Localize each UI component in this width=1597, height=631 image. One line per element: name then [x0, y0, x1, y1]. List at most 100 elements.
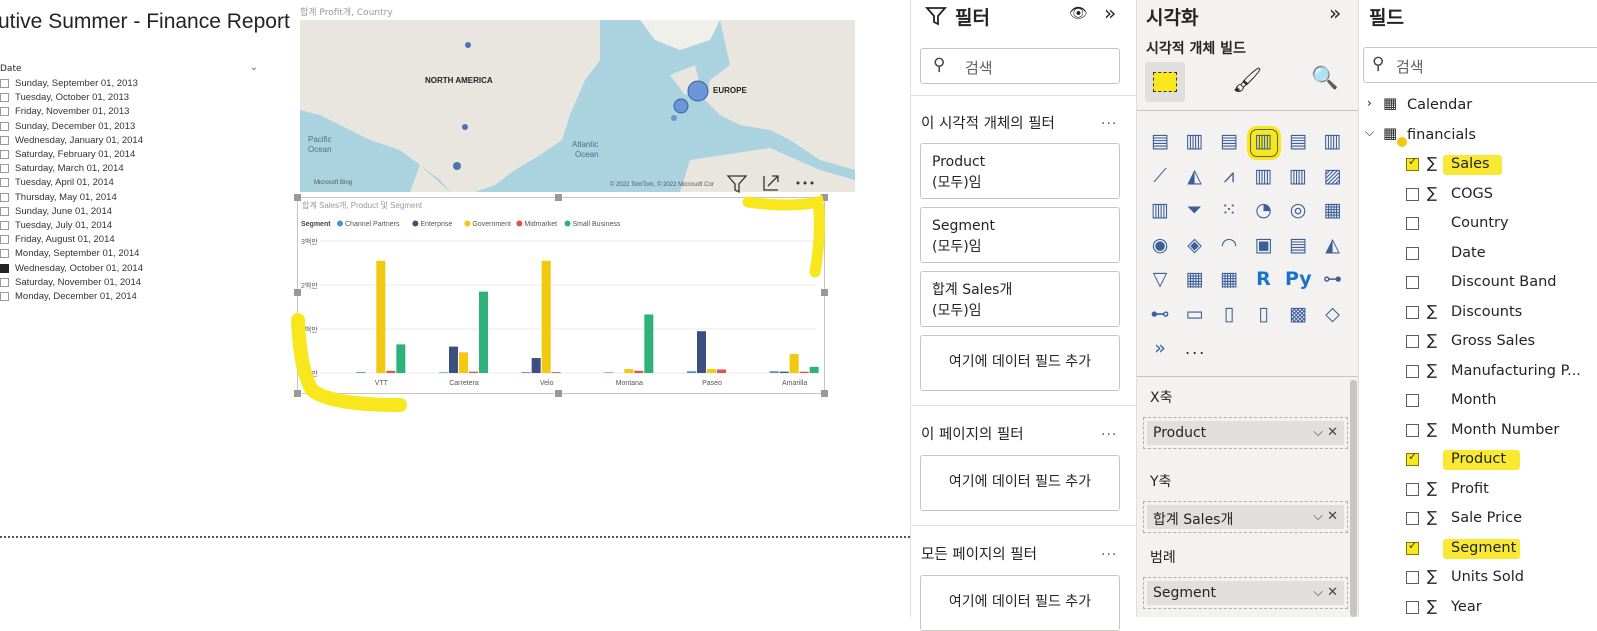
ribbon-chart-icon[interactable]: ▨	[1320, 165, 1346, 191]
slicer-checkbox[interactable]	[0, 206, 9, 216]
clustered-column-icon[interactable]: ▥	[1249, 129, 1278, 157]
slicer-checkbox[interactable]	[0, 107, 9, 117]
field-checkbox[interactable]	[1406, 276, 1419, 289]
slicer-checkbox[interactable]	[0, 78, 9, 88]
map-bubble[interactable]	[453, 162, 461, 170]
field-checkbox[interactable]	[1406, 335, 1419, 348]
slicer-header[interactable]: Date ⌄	[0, 62, 258, 78]
chevron-right-icon[interactable]: ›	[1367, 96, 1372, 110]
key-influencers-icon[interactable]: ⊶	[1320, 268, 1346, 294]
add-data-field-all[interactable]: 여기에 데이터 필드 추가	[920, 575, 1120, 631]
field-segment[interactable]: Segment	[1359, 536, 1597, 564]
collapse-pane-icon[interactable]: »	[1329, 1, 1341, 25]
field-checkbox[interactable]	[1406, 539, 1419, 555]
map-icon[interactable]: ◉	[1147, 234, 1173, 260]
power-apps-icon[interactable]: ◇	[1320, 303, 1346, 329]
slicer-item[interactable]: Wednesday, October 01, 2014	[0, 263, 143, 277]
line-chart-icon[interactable]: ⟋	[1147, 165, 1173, 191]
slicer-item[interactable]: Wednesday, January 01, 2014	[0, 135, 143, 149]
collapse-pane-icon[interactable]: »	[1104, 1, 1116, 25]
field-year[interactable]: ∑ Year	[1359, 595, 1597, 623]
well-field-product[interactable]: Product ⌵ ✕	[1147, 421, 1344, 445]
chevron-down-remove-icons[interactable]: ⌵ ✕	[1313, 509, 1338, 524]
field-checkbox[interactable]	[1406, 450, 1419, 466]
field-checkbox[interactable]	[1406, 512, 1419, 525]
eye-icon[interactable]: 👁	[1069, 4, 1088, 22]
field-checkbox[interactable]	[1406, 155, 1419, 171]
field-sale-price[interactable]: ∑ Sale Price	[1359, 506, 1597, 534]
map-bubble[interactable]	[465, 42, 471, 48]
field-checkbox[interactable]	[1406, 394, 1419, 407]
more-options-icon[interactable]: ...	[1101, 112, 1117, 128]
slicer-item[interactable]: Tuesday, April 01, 2014	[0, 177, 114, 191]
slicer-checkbox[interactable]	[0, 263, 9, 273]
more-options-icon[interactable]	[796, 181, 814, 185]
slicer-checkbox[interactable]	[0, 249, 9, 259]
table-icon[interactable]: ▦	[1182, 268, 1208, 294]
well-x-axis[interactable]: Product ⌵ ✕	[1143, 417, 1348, 449]
well-field-segment[interactable]: Segment ⌵ ✕	[1147, 581, 1344, 605]
slicer-item[interactable]: Friday, November 01, 2013	[0, 106, 129, 120]
slicer-icon[interactable]: ▽	[1147, 268, 1173, 294]
stacked-area-icon[interactable]: ⩘	[1216, 165, 1242, 191]
more-options-icon[interactable]: ...	[1101, 423, 1117, 439]
field-checkbox[interactable]	[1406, 217, 1419, 230]
stacked-column-icon[interactable]: ▥	[1182, 130, 1208, 156]
chevron-down-remove-icons[interactable]: ⌵ ✕	[1313, 585, 1338, 600]
map-bubble[interactable]	[687, 80, 709, 102]
slicer-item[interactable]: Saturday, February 01, 2014	[0, 149, 135, 163]
analytics-icon[interactable]: 🔍	[1311, 66, 1338, 91]
gauge-icon[interactable]: ◠	[1216, 234, 1242, 260]
slicer-item[interactable]: Saturday, March 01, 2014	[0, 163, 124, 177]
map-visual[interactable]: NORTH AMERICA EUROPE Pacific Ocean Atlan…	[300, 20, 855, 192]
field-month[interactable]: Month	[1359, 388, 1597, 416]
field-profit[interactable]: ∑ Profit	[1359, 477, 1597, 505]
filter-search-input[interactable]: ⚲ 검색	[920, 48, 1120, 84]
slicer-item[interactable]: Friday, August 01, 2014	[0, 234, 115, 248]
line-stacked-column-icon[interactable]: ▥	[1285, 165, 1311, 191]
waterfall-icon[interactable]: ▥	[1147, 199, 1173, 225]
add-data-field-page[interactable]: 여기에 데이터 필드 추가	[920, 455, 1120, 511]
field-checkbox[interactable]	[1406, 423, 1419, 437]
slicer-item[interactable]: Sunday, June 01, 2014	[0, 206, 112, 220]
slicer-checkbox[interactable]	[0, 121, 9, 131]
decomposition-tree-icon[interactable]: ⊷	[1147, 303, 1173, 329]
multi-row-card-icon[interactable]: ▤	[1285, 234, 1311, 260]
map-bubble[interactable]	[673, 98, 689, 114]
power-automate-icon[interactable]: »	[1147, 337, 1173, 363]
well-field-sales[interactable]: 합계 Sales개 ⌵ ✕	[1147, 505, 1344, 529]
filter-card-sales[interactable]: 합계 Sales개 (모두)임	[920, 271, 1120, 327]
stacked-bar-icon[interactable]: ▤	[1147, 130, 1173, 156]
matrix-icon[interactable]: ▦	[1216, 268, 1242, 294]
pie-chart-icon[interactable]: ◔	[1251, 199, 1277, 225]
area-chart-icon[interactable]: ◭	[1182, 165, 1208, 191]
chevron-down-remove-icons[interactable]: ⌵ ✕	[1313, 425, 1338, 440]
filter-card-segment[interactable]: Segment (모두)임	[920, 207, 1120, 263]
chevron-down-icon[interactable]: ⌵	[1365, 125, 1374, 140]
slicer-checkbox[interactable]	[0, 235, 9, 245]
field-checkbox[interactable]	[1406, 600, 1419, 614]
field-checkbox[interactable]	[1406, 246, 1419, 260]
kpi-icon[interactable]: ◭	[1320, 234, 1346, 260]
map-bubble[interactable]	[462, 124, 468, 130]
field-units-sold[interactable]: ∑ Units Sold	[1359, 565, 1597, 593]
slicer-checkbox[interactable]	[0, 135, 9, 145]
field-discounts[interactable]: ∑ Discounts	[1359, 300, 1597, 328]
slicer-item[interactable]: Sunday, December 01, 2013	[0, 121, 135, 135]
more-options-icon[interactable]: ...	[1101, 543, 1117, 559]
slicer-checkbox[interactable]	[0, 277, 9, 287]
slicer-item[interactable]: Monday, December 01, 2014	[0, 291, 137, 305]
filled-map-icon[interactable]: ◈	[1182, 234, 1208, 260]
slicer-item[interactable]: Tuesday, October 01, 2013	[0, 92, 129, 106]
stacked-column-100-icon[interactable]: ▥	[1320, 130, 1346, 156]
slicer-checkbox[interactable]	[0, 220, 9, 230]
scrollbar[interactable]	[1350, 380, 1357, 617]
more-visuals-icon[interactable]: ...	[1185, 339, 1206, 358]
stacked-bar-100-icon[interactable]: ▤	[1285, 130, 1311, 156]
clustered-bar-icon[interactable]: ▤	[1216, 130, 1242, 156]
field-checkbox[interactable]	[1406, 187, 1419, 201]
paginated-report-icon[interactable]: ▯	[1251, 303, 1277, 329]
field-checkbox[interactable]	[1406, 482, 1419, 496]
slicer-checkbox[interactable]	[0, 192, 9, 202]
slicer-checkbox[interactable]	[0, 178, 9, 188]
